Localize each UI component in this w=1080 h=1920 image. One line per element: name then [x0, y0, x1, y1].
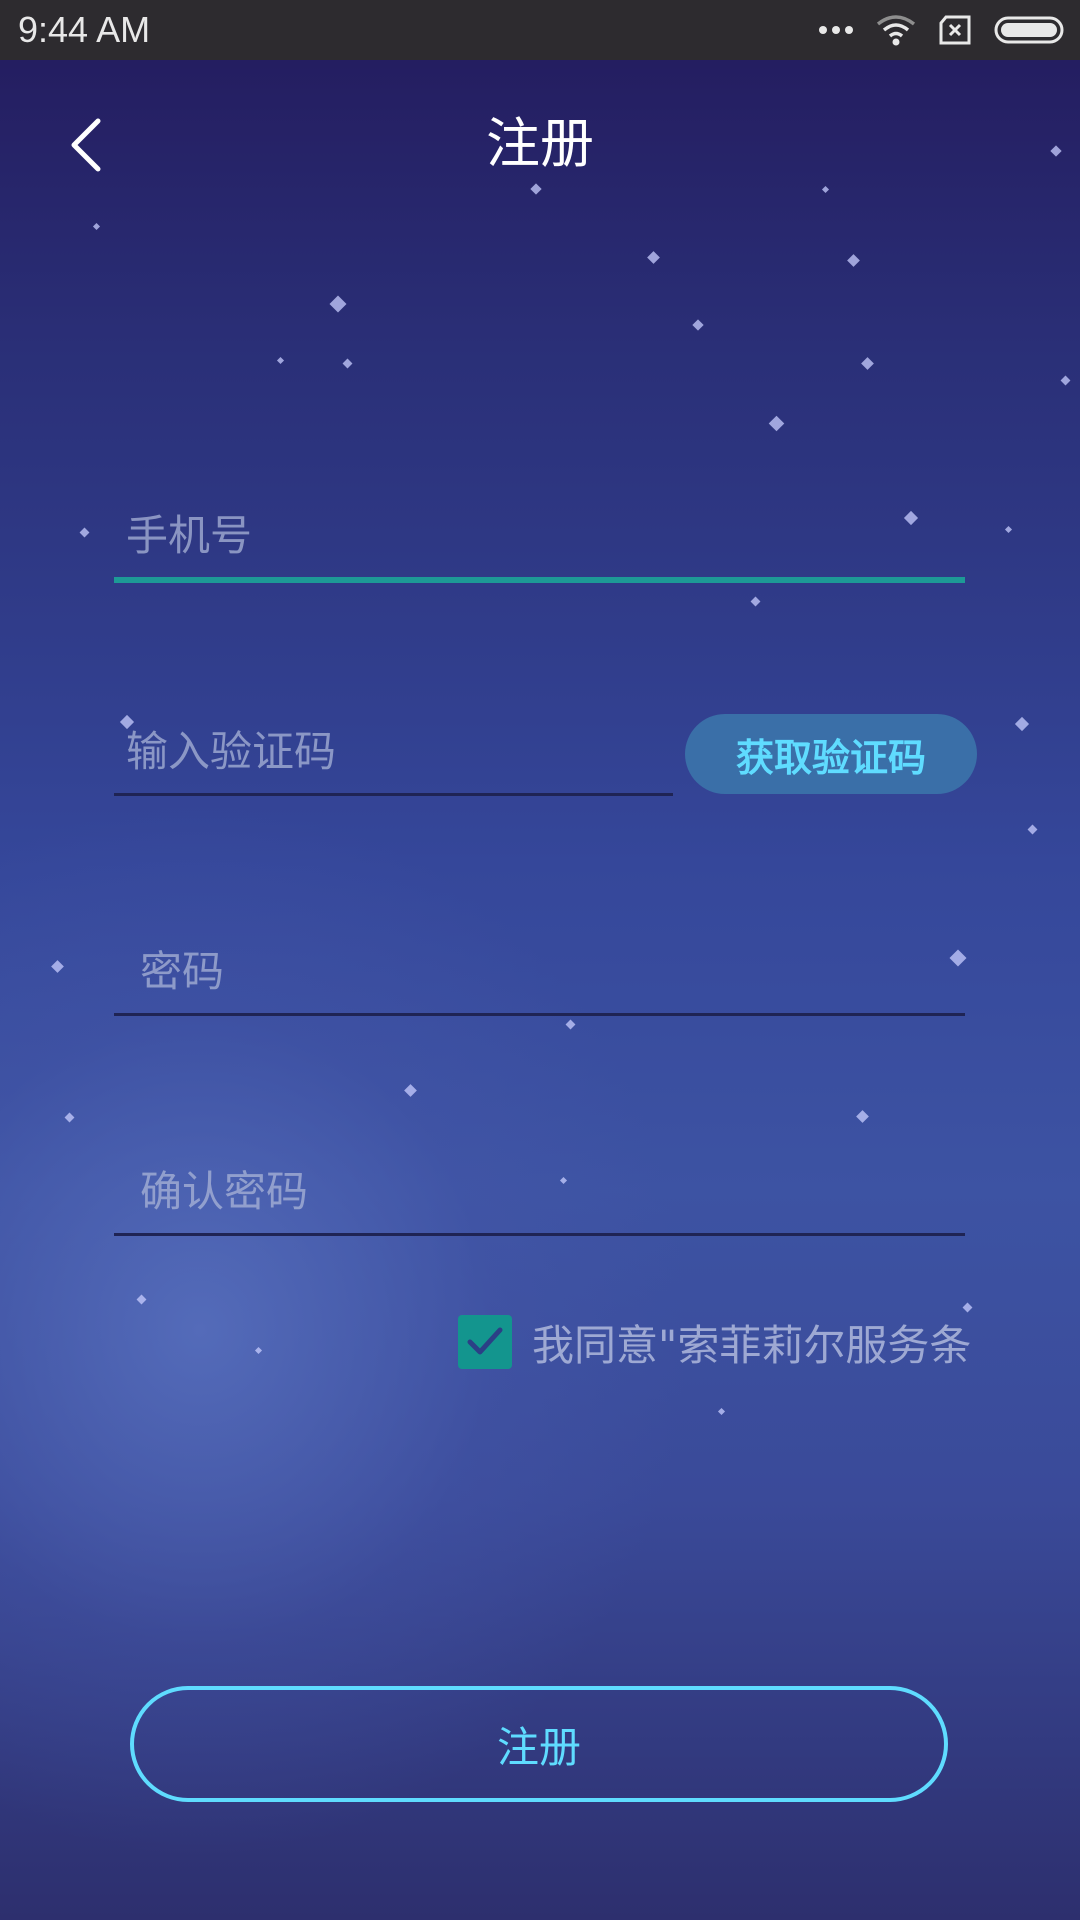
get-code-button[interactable]: 获取验证码 [685, 714, 977, 794]
checkmark-icon [467, 1327, 503, 1355]
phone-input[interactable] [114, 497, 965, 573]
battery-icon [994, 16, 1064, 44]
confirm-password-input[interactable] [114, 1153, 965, 1229]
register-button[interactable]: 注册 [130, 1686, 948, 1802]
more-dots-icon [819, 26, 853, 34]
page-title: 注册 [486, 112, 594, 175]
status-time: 9:44 AM [18, 9, 151, 50]
code-field[interactable] [114, 713, 673, 796]
agreement-row: 我同意"索菲莉尔服务条 [458, 1314, 971, 1370]
status-icons [818, 12, 1066, 48]
register-screen: 9:44 AM 注册 手机号 输入验证码 获取验证码 我同意"索菲莉尔服务条 注… [0, 0, 1080, 1920]
wifi-icon [876, 15, 916, 46]
status-bar: 9:44 AM [0, 0, 1080, 60]
password-field[interactable] [114, 933, 965, 1016]
confirm-password-field[interactable] [114, 1153, 965, 1236]
agree-checkbox[interactable] [458, 1315, 512, 1369]
sim-x-icon [939, 15, 971, 45]
agreement-text[interactable]: 我同意"索菲莉尔服务条 [532, 1312, 971, 1373]
phone-field[interactable] [114, 497, 965, 583]
code-input[interactable] [114, 713, 673, 789]
password-input[interactable] [114, 933, 965, 1009]
